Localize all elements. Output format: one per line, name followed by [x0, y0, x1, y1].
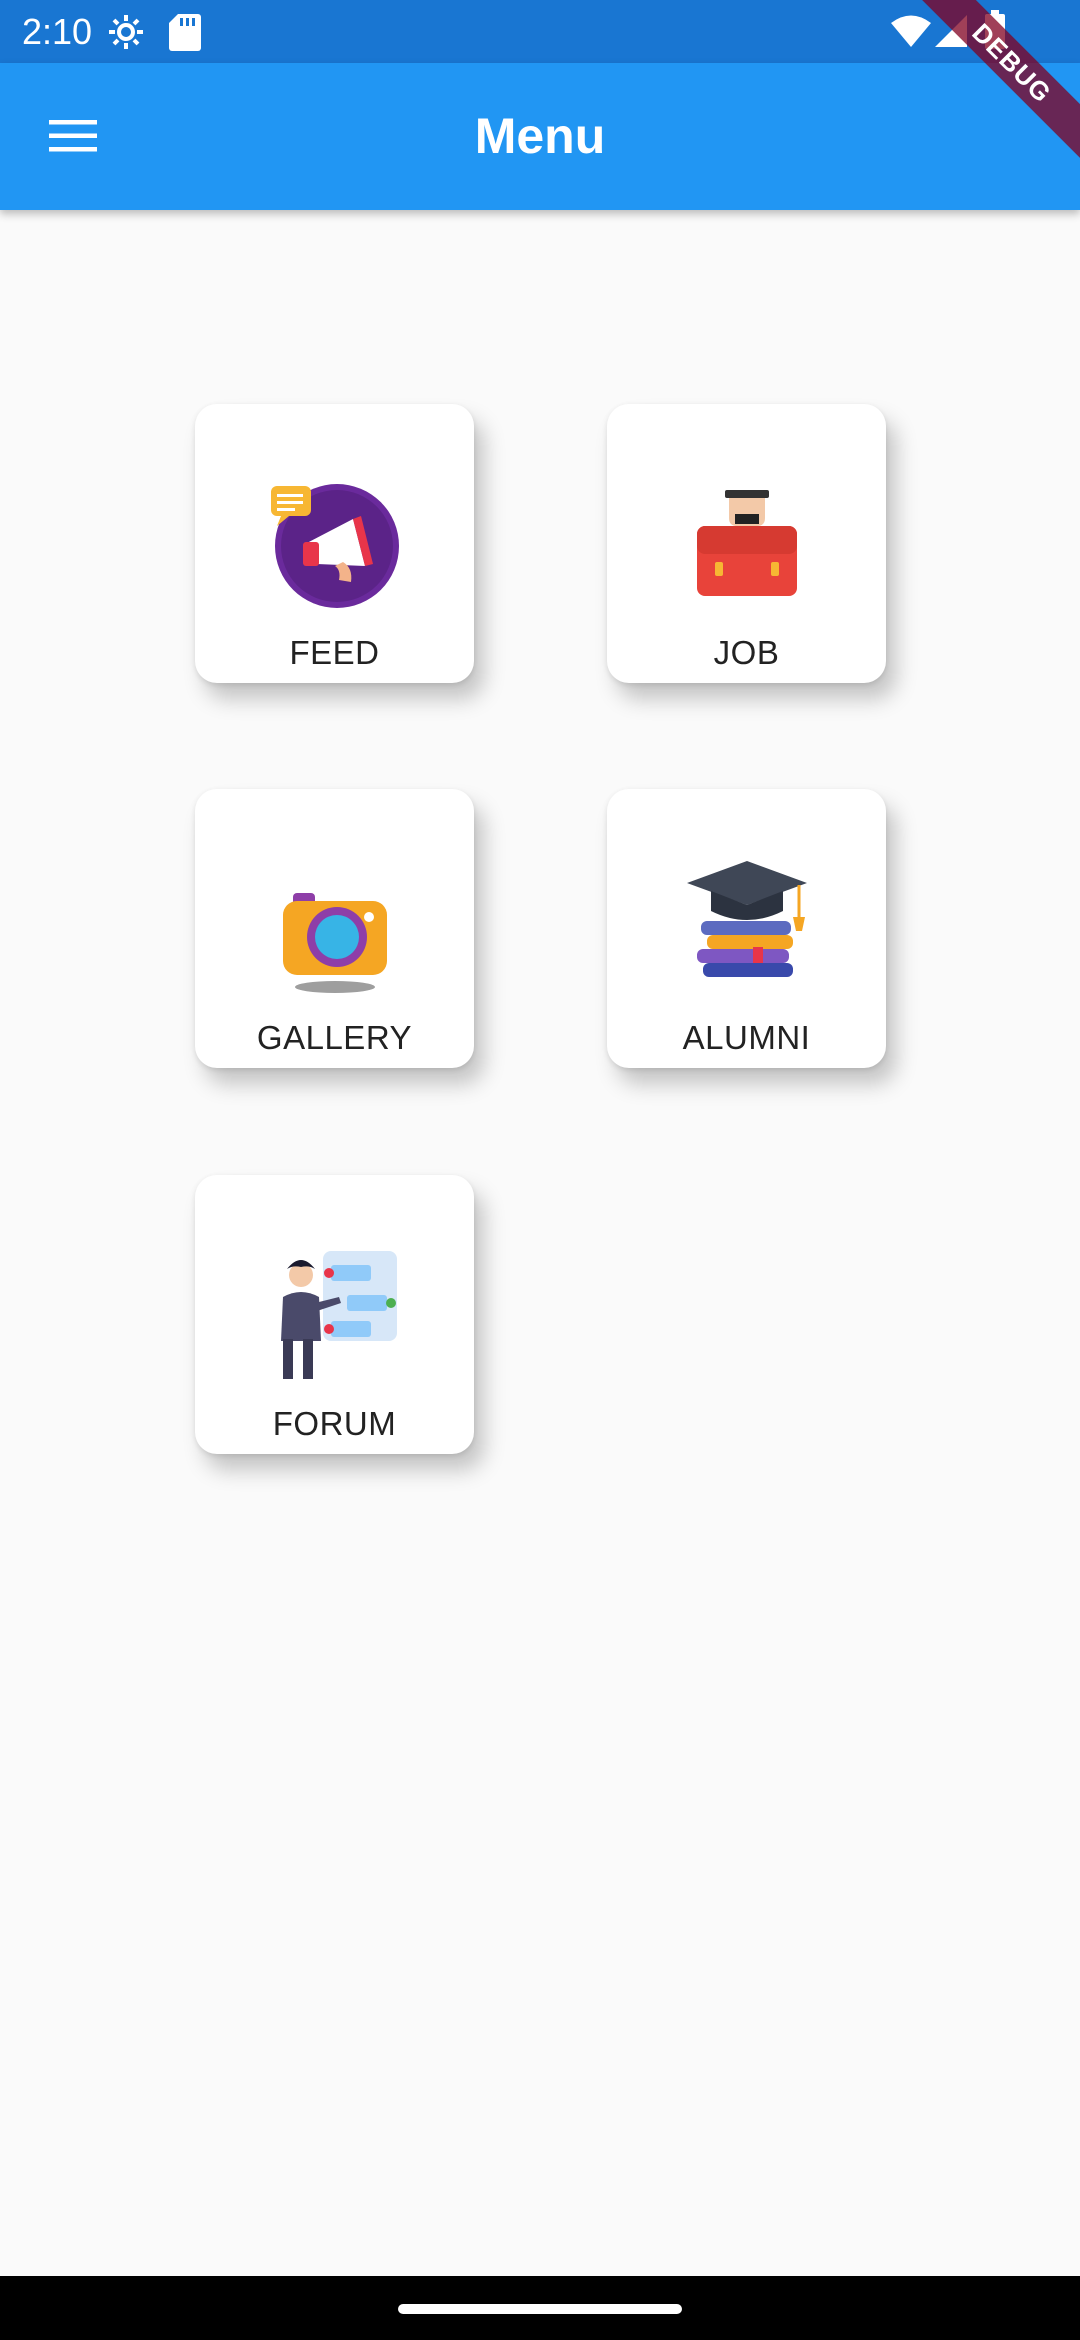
menu-card-label: FORUM [272, 1405, 397, 1442]
system-navigation-bar [0, 2276, 1080, 2340]
app-bar: Menu [0, 63, 1080, 210]
home-indicator[interactable] [398, 2304, 682, 2314]
camera-icon [195, 859, 474, 999]
menu-card-alumni[interactable]: ALUMNI [607, 789, 886, 1068]
menu-card-label: JOB [713, 634, 780, 671]
menu-button[interactable] [30, 98, 116, 174]
menu-card-label: FEED [289, 634, 380, 671]
forum-presenter-icon [195, 1245, 474, 1385]
menu-card-job[interactable]: JOB [607, 404, 886, 683]
menu-card-feed[interactable]: FEED [195, 404, 474, 683]
menu-card-label: ALUMNI [682, 1019, 811, 1056]
menu-card-label: GALLERY [256, 1019, 413, 1056]
hamburger-menu-icon [49, 120, 97, 152]
page-title: Menu [474, 108, 606, 164]
menu-grid: FEED JOB GALLERY ALUMNI FORUM [0, 0, 1080, 2340]
briefcase-icon [607, 474, 886, 614]
menu-card-gallery[interactable]: GALLERY [195, 789, 474, 1068]
megaphone-icon [195, 474, 474, 614]
menu-card-forum[interactable]: FORUM [195, 1175, 474, 1454]
graduation-cap-books-icon [607, 859, 886, 999]
